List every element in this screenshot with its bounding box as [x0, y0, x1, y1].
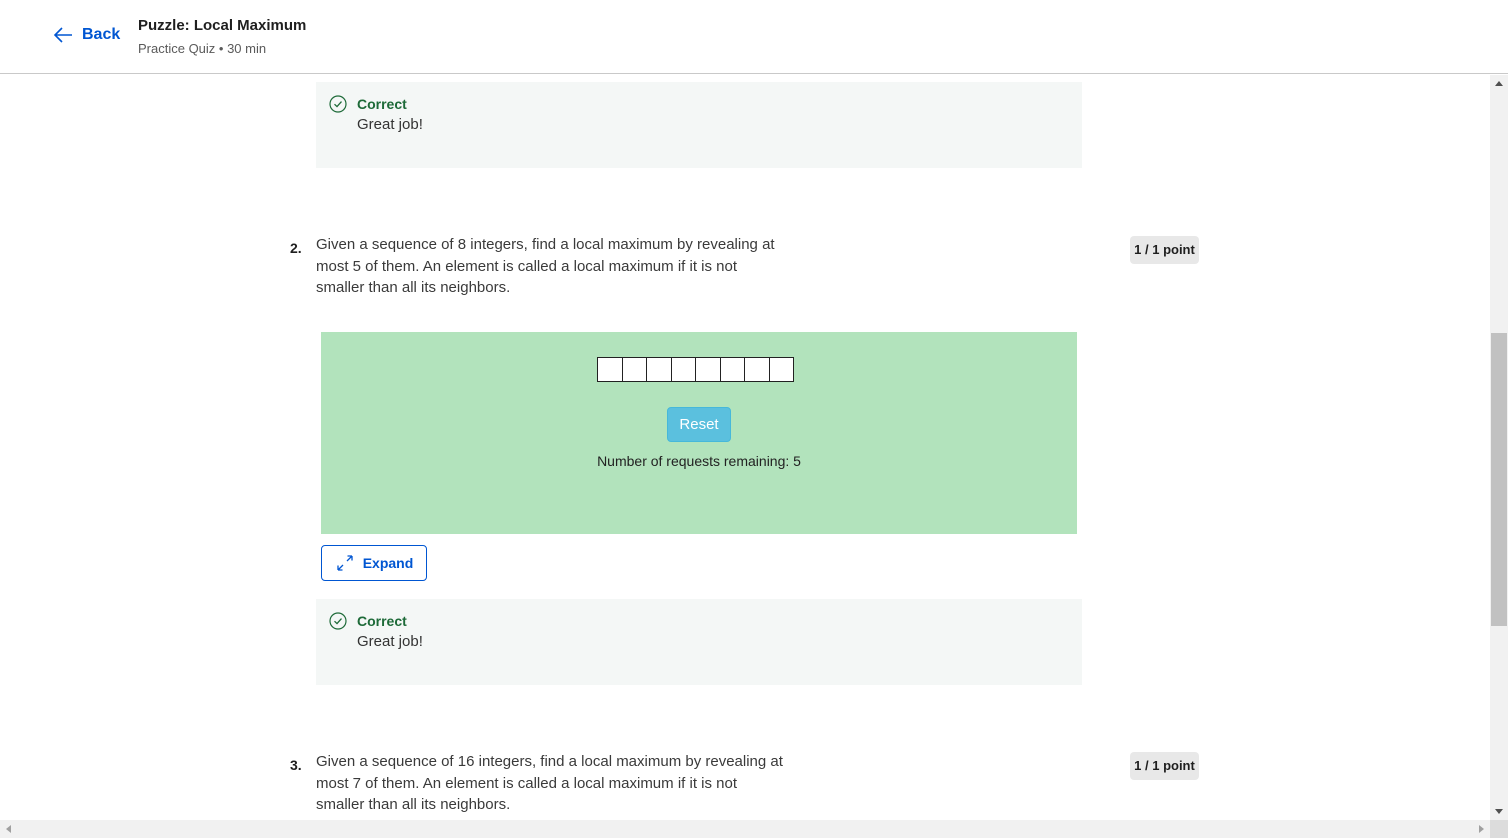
sequence-cell[interactable]: [695, 357, 721, 382]
question-number: 2.: [290, 240, 302, 256]
question-number: 3.: [290, 757, 302, 773]
question-text: Given a sequence of 16 integers, find a …: [316, 753, 783, 813]
expand-label: Expand: [362, 555, 414, 571]
sequence-cell[interactable]: [670, 357, 696, 382]
page-subtitle: Practice Quiz • 30 min: [138, 41, 267, 56]
feedback-box-q1: Correct Great job!: [316, 82, 1082, 168]
scroll-right-icon[interactable]: [1479, 825, 1484, 833]
scrollbar-corner: [1490, 820, 1508, 838]
feedback-message: Great job!: [357, 633, 423, 650]
sequence-cell[interactable]: [646, 357, 672, 382]
feedback-box-q2: Correct Great job!: [316, 599, 1082, 685]
sequence-cell[interactable]: [597, 357, 623, 382]
page-title: Puzzle: Local Maximum: [138, 17, 307, 34]
scrollbar-thumb[interactable]: [1491, 333, 1507, 626]
sequence-cell[interactable]: [719, 357, 745, 382]
scroll-up-icon[interactable]: [1495, 81, 1503, 86]
feedback-title: Correct: [357, 613, 407, 629]
question-text: Given a sequence of 8 integers, find a l…: [316, 236, 775, 296]
sequence-cells: [597, 357, 794, 382]
feedback-title: Correct: [357, 96, 407, 112]
horizontal-scrollbar[interactable]: [0, 820, 1490, 838]
scroll-down-icon[interactable]: [1495, 809, 1503, 814]
quiz-content: Correct Great job! 2. Given a sequence o…: [0, 75, 1490, 820]
points-badge: 1 / 1 point: [1130, 236, 1199, 264]
sequence-cell[interactable]: [744, 357, 770, 382]
requests-remaining: Number of requests remaining: 5: [597, 453, 801, 469]
scroll-left-icon[interactable]: [6, 825, 11, 833]
back-button[interactable]: Back: [52, 24, 120, 46]
back-label: Back: [82, 26, 121, 43]
page-header: Back Puzzle: Local Maximum Practice Quiz…: [0, 0, 1508, 74]
reset-button[interactable]: Reset: [667, 407, 731, 442]
sequence-cell[interactable]: [768, 357, 794, 382]
points-badge: 1 / 1 point: [1130, 752, 1199, 780]
feedback-message: Great job!: [357, 116, 423, 133]
expand-arrows-icon: [337, 555, 353, 571]
puzzle-widget: Reset Number of requests remaining: 5: [321, 332, 1077, 534]
expand-button[interactable]: Expand: [321, 545, 427, 581]
check-circle-icon: [329, 95, 347, 113]
check-circle-icon: [329, 612, 347, 630]
arrow-left-icon: [53, 27, 72, 43]
vertical-scrollbar[interactable]: [1490, 75, 1508, 820]
sequence-cell[interactable]: [621, 357, 647, 382]
